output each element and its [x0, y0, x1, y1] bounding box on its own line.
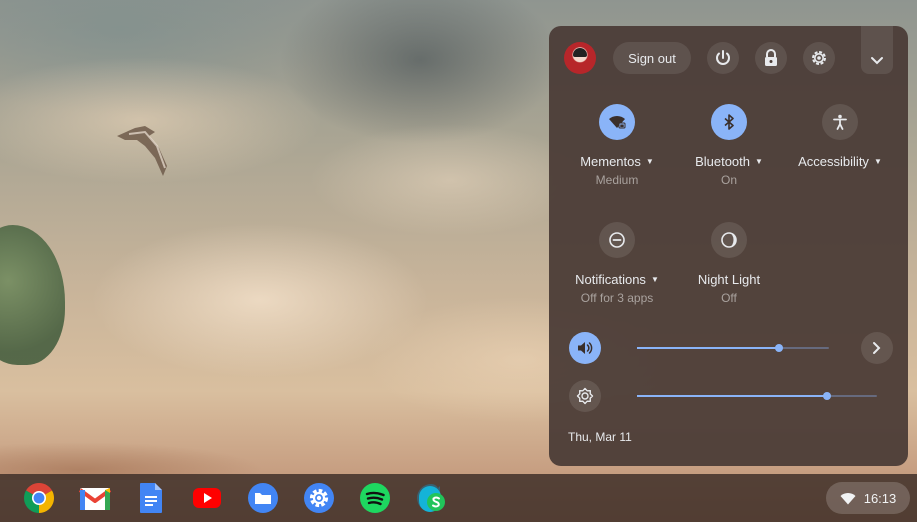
caret-down-icon[interactable]: ▼	[874, 157, 882, 166]
shelf-app-skype[interactable]	[415, 482, 447, 514]
brightness-slider-thumb[interactable]	[822, 392, 831, 400]
volume-slider-thumb[interactable]	[775, 344, 784, 352]
youtube-icon	[193, 488, 221, 508]
clock: 16:13	[863, 490, 897, 506]
do-not-disturb-icon	[609, 232, 625, 248]
network-status: Medium	[595, 173, 639, 187]
settings-button[interactable]	[803, 42, 835, 74]
notifications-label: Notifications	[575, 272, 646, 287]
night-light-icon	[721, 232, 737, 248]
chevron-right-icon	[873, 342, 881, 354]
spotify-icon	[360, 483, 390, 513]
skype-icon	[417, 483, 445, 512]
date-label[interactable]: Thu, Mar 11	[568, 430, 632, 444]
sign-out-button[interactable]: Sign out	[613, 42, 691, 74]
shelf-app-docs[interactable]	[135, 482, 167, 514]
docs-icon	[140, 483, 162, 513]
wifi-icon	[840, 492, 856, 504]
volume-icon	[578, 342, 593, 354]
wifi-locked-icon	[609, 115, 626, 129]
caret-down-icon[interactable]: ▼	[651, 275, 659, 284]
shelf-app-gmail[interactable]	[79, 482, 111, 514]
shelf-app-settings[interactable]	[303, 482, 335, 514]
night-light-status: Off	[721, 291, 737, 305]
wallpaper-bird	[117, 126, 167, 176]
shelf	[0, 474, 917, 522]
night-light-label: Night Light	[697, 272, 761, 287]
night-light-toggle[interactable]	[711, 222, 747, 258]
accessibility-label: Accessibility	[798, 154, 869, 169]
bluetooth-status: On	[720, 173, 737, 187]
settings-app-icon	[304, 483, 334, 513]
bluetooth-label: Bluetooth	[695, 154, 750, 169]
bluetooth-toggle[interactable]	[711, 104, 747, 140]
volume-slider[interactable]	[637, 344, 829, 352]
avatar[interactable]	[564, 42, 596, 74]
gmail-icon	[79, 488, 111, 510]
caret-down-icon[interactable]: ▼	[755, 157, 763, 166]
brightness-icon	[576, 387, 594, 405]
accessibility-icon	[833, 114, 847, 130]
tile-night-light[interactable]: Night Light Off	[669, 222, 789, 305]
tile-notifications[interactable]: Notifications ▼ Off for 3 apps	[557, 222, 677, 305]
chevron-down-icon	[871, 57, 883, 65]
brightness-button	[569, 380, 601, 412]
wallpaper-tree	[0, 225, 65, 365]
shelf-app-spotify[interactable]	[359, 482, 391, 514]
status-tray[interactable]: 16:13	[826, 482, 910, 514]
notifications-toggle[interactable]	[599, 222, 635, 258]
gear-icon	[812, 51, 826, 65]
chrome-icon	[23, 483, 55, 513]
shelf-app-youtube[interactable]	[191, 482, 223, 514]
accessibility-toggle[interactable]	[822, 104, 858, 140]
tile-accessibility[interactable]: Accessibility ▼	[780, 104, 900, 169]
audio-settings-button[interactable]	[861, 332, 893, 364]
brightness-slider[interactable]	[637, 392, 877, 400]
mute-button[interactable]	[569, 332, 601, 364]
shelf-app-files[interactable]	[247, 482, 279, 514]
files-icon	[248, 483, 278, 513]
collapse-button[interactable]	[861, 26, 893, 74]
volume-slider-fill	[637, 347, 780, 349]
bluetooth-icon	[724, 114, 734, 130]
lock-button[interactable]	[755, 42, 787, 74]
quick-settings-panel: Sign out Mementos ▼ Medium Bluetooth ▼ O…	[549, 26, 908, 466]
notifications-status: Off for 3 apps	[580, 291, 654, 305]
caret-down-icon[interactable]: ▼	[646, 157, 654, 166]
network-label: Mementos	[580, 154, 641, 169]
power-button[interactable]	[707, 42, 739, 74]
network-toggle[interactable]	[599, 104, 635, 140]
power-icon	[716, 50, 730, 65]
brightness-slider-fill	[637, 395, 827, 397]
tile-bluetooth[interactable]: Bluetooth ▼ On	[669, 104, 789, 187]
tile-network[interactable]: Mementos ▼ Medium	[557, 104, 677, 187]
wallpaper-ground	[0, 420, 400, 480]
shelf-app-chrome[interactable]	[23, 482, 55, 514]
lock-icon	[765, 49, 777, 66]
